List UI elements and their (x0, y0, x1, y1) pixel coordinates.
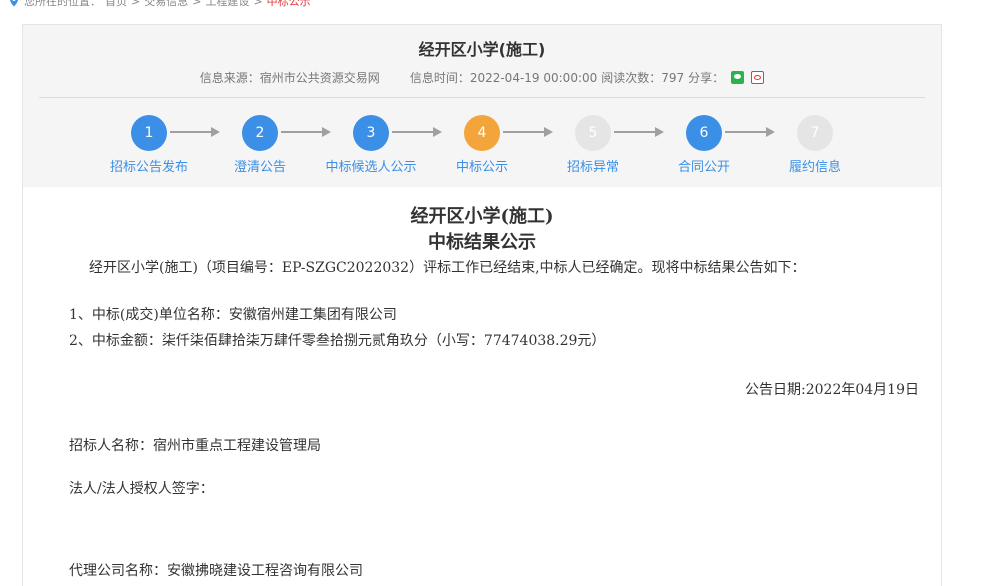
breadcrumb-current: 中标公示 (266, 0, 311, 8)
header-divider (39, 97, 925, 98)
info-time: 信息时间：2022-04-19 00:00:00 (409, 71, 598, 85)
step-number: 2 (242, 115, 278, 151)
breadcrumb-prefix: 您所在的位置： (24, 0, 101, 8)
step-award-publicity[interactable]: 4 中标公示 (422, 115, 542, 175)
breadcrumb-engineering[interactable]: 工程建设 (205, 0, 249, 9)
document-subtitle: 中标结果公示 (428, 232, 536, 253)
winning-amount: 2、中标金额：柒仟柒佰肆拾柒万肆仟零叁拾捌元贰角玖分（小写：77474038.2… (69, 333, 606, 349)
step-label: 履约信息 (788, 160, 841, 175)
wechat-share-icon[interactable] (731, 71, 745, 84)
announcement-date: 公告日期:2022年04月19日 (745, 382, 919, 398)
step-number: 6 (686, 115, 722, 151)
agency-name: 代理公司名称：安徽拂晓建设工程咨询有限公司 (69, 563, 363, 579)
breadcrumb-separator: > (192, 0, 202, 8)
step-contract-disclosure[interactable]: 6 合同公开 (644, 115, 764, 175)
share-label: 分享： (688, 71, 725, 85)
document-title: 经开区小学(施工) (410, 206, 554, 227)
read-count: 阅读次数：797 (601, 71, 685, 85)
step-label: 中标公示 (455, 160, 508, 175)
step-label: 招标公告发布 (109, 160, 188, 175)
intro-paragraph: 经开区小学(施工)（项目编号：EP-SZGC2022032）评标工作已经结束,中… (89, 260, 806, 276)
step-tender-announcement[interactable]: 1 招标公告发布 (89, 115, 209, 175)
step-label: 中标候选人公示 (325, 160, 417, 175)
step-number: 5 (575, 115, 611, 151)
location-pin-icon (10, 0, 18, 7)
step-candidate-publicity[interactable]: 3 中标候选人公示 (311, 115, 431, 175)
breadcrumb-trade-info[interactable]: 交易信息 (144, 0, 188, 9)
notice-meta: 信息来源：宿州市公共资源交易网 信息时间：2022-04-19 00:00:00… (23, 69, 941, 86)
step-number: 7 (797, 115, 833, 151)
step-label: 招标异常 (566, 160, 619, 175)
step-clarification[interactable]: 2 澄清公告 (200, 115, 320, 175)
step-label: 合同公开 (677, 160, 730, 175)
weibo-share-icon[interactable] (751, 71, 765, 84)
step-performance-info[interactable]: 7 履约信息 (755, 115, 875, 175)
step-number: 3 (353, 115, 389, 151)
info-source: 信息来源：宿州市公共资源交易网 (199, 71, 380, 85)
step-number: 1 (131, 115, 167, 151)
page-title: 经开区小学(施工) (418, 40, 546, 59)
breadcrumb: 您所在的位置： 首页 > 交易信息 > 工程建设 > 中标公示 (8, 0, 311, 8)
notice-header: 经开区小学(施工) 信息来源：宿州市公共资源交易网 信息时间：2022-04-1… (23, 25, 941, 187)
step-label: 澄清公告 (233, 160, 286, 175)
breadcrumb-separator: > (253, 0, 263, 8)
step-number: 4 (464, 115, 500, 151)
breadcrumb-separator: > (131, 0, 141, 8)
signature-line: 法人/法人授权人签字： (69, 481, 214, 497)
notice-body: 经开区小学(施工) 中标结果公示 经开区小学(施工)（项目编号：EP-SZGC2… (23, 187, 941, 586)
tenderer-name: 招标人名称：宿州市重点工程建设管理局 (69, 438, 321, 454)
breadcrumb-home[interactable]: 首页 (105, 0, 127, 9)
notice-card: 经开区小学(施工) 信息来源：宿州市公共资源交易网 信息时间：2022-04-1… (22, 24, 942, 586)
winner-name: 1、中标(成交)单位名称：安徽宿州建工集团有限公司 (69, 307, 397, 323)
process-steps: 1 招标公告发布 2 澄清公告 3 中标候选人公示 4 中标公示 5 招标异常 … (23, 115, 941, 175)
step-tender-exception[interactable]: 5 招标异常 (533, 115, 653, 175)
